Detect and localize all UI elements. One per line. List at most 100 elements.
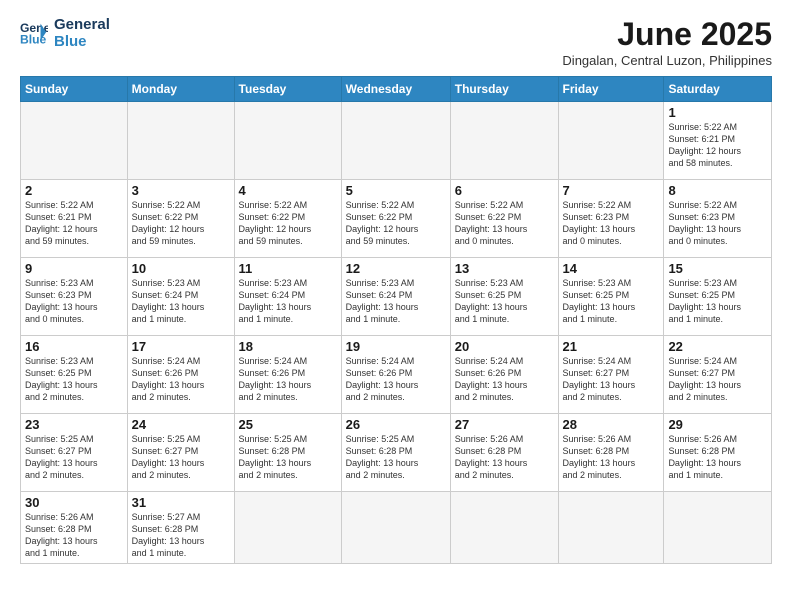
day-number: 7 xyxy=(563,183,660,198)
col-wednesday: Wednesday xyxy=(341,77,450,102)
day-info: Sunrise: 5:23 AMSunset: 6:25 PMDaylight:… xyxy=(668,277,767,326)
table-cell-day19: 19 Sunrise: 5:24 AMSunset: 6:26 PMDaylig… xyxy=(341,336,450,414)
table-cell-day6: 6 Sunrise: 5:22 AMSunset: 6:22 PMDayligh… xyxy=(450,180,558,258)
day-info: Sunrise: 5:24 AMSunset: 6:26 PMDaylight:… xyxy=(455,355,554,404)
day-info: Sunrise: 5:24 AMSunset: 6:27 PMDaylight:… xyxy=(563,355,660,404)
day-number: 13 xyxy=(455,261,554,276)
table-row: 16 Sunrise: 5:23 AMSunset: 6:25 PMDaylig… xyxy=(21,336,772,414)
day-info: Sunrise: 5:24 AMSunset: 6:26 PMDaylight:… xyxy=(346,355,446,404)
table-cell-day7: 7 Sunrise: 5:22 AMSunset: 6:23 PMDayligh… xyxy=(558,180,664,258)
table-cell-day8: 8 Sunrise: 5:22 AMSunset: 6:23 PMDayligh… xyxy=(664,180,772,258)
table-cell-day4: 4 Sunrise: 5:22 AMSunset: 6:22 PMDayligh… xyxy=(234,180,341,258)
day-number: 21 xyxy=(563,339,660,354)
table-cell-day5: 5 Sunrise: 5:22 AMSunset: 6:22 PMDayligh… xyxy=(341,180,450,258)
day-info: Sunrise: 5:22 AMSunset: 6:22 PMDaylight:… xyxy=(455,199,554,248)
day-number: 30 xyxy=(25,495,123,510)
table-cell-day18: 18 Sunrise: 5:24 AMSunset: 6:26 PMDaylig… xyxy=(234,336,341,414)
table-cell-empty xyxy=(450,102,558,180)
table-cell-day9: 9 Sunrise: 5:23 AMSunset: 6:23 PMDayligh… xyxy=(21,258,128,336)
day-info: Sunrise: 5:22 AMSunset: 6:21 PMDaylight:… xyxy=(668,121,767,170)
day-number: 9 xyxy=(25,261,123,276)
table-cell-day29: 29 Sunrise: 5:26 AMSunset: 6:28 PMDaylig… xyxy=(664,414,772,492)
day-number: 26 xyxy=(346,417,446,432)
day-info: Sunrise: 5:22 AMSunset: 6:22 PMDaylight:… xyxy=(132,199,230,248)
table-cell-day11: 11 Sunrise: 5:23 AMSunset: 6:24 PMDaylig… xyxy=(234,258,341,336)
day-number: 31 xyxy=(132,495,230,510)
day-number: 1 xyxy=(668,105,767,120)
table-cell-day21: 21 Sunrise: 5:24 AMSunset: 6:27 PMDaylig… xyxy=(558,336,664,414)
table-cell-day30: 30 Sunrise: 5:26 AMSunset: 6:28 PMDaylig… xyxy=(21,492,128,564)
table-cell-empty xyxy=(450,492,558,564)
table-cell-day12: 12 Sunrise: 5:23 AMSunset: 6:24 PMDaylig… xyxy=(341,258,450,336)
table-cell-empty xyxy=(21,102,128,180)
table-row: 9 Sunrise: 5:23 AMSunset: 6:23 PMDayligh… xyxy=(21,258,772,336)
table-row: 1 Sunrise: 5:22 AMSunset: 6:21 PMDayligh… xyxy=(21,102,772,180)
day-number: 22 xyxy=(668,339,767,354)
month-title: June 2025 xyxy=(562,16,772,53)
table-row: 2 Sunrise: 5:22 AMSunset: 6:21 PMDayligh… xyxy=(21,180,772,258)
table-cell-empty xyxy=(341,492,450,564)
table-cell-day22: 22 Sunrise: 5:24 AMSunset: 6:27 PMDaylig… xyxy=(664,336,772,414)
col-sunday: Sunday xyxy=(21,77,128,102)
calendar-header-row: Sunday Monday Tuesday Wednesday Thursday… xyxy=(21,77,772,102)
day-info: Sunrise: 5:26 AMSunset: 6:28 PMDaylight:… xyxy=(668,433,767,482)
title-block: June 2025 Dingalan, Central Luzon, Phili… xyxy=(562,16,772,68)
table-cell-day3: 3 Sunrise: 5:22 AMSunset: 6:22 PMDayligh… xyxy=(127,180,234,258)
day-info: Sunrise: 5:27 AMSunset: 6:28 PMDaylight:… xyxy=(132,511,230,560)
day-number: 16 xyxy=(25,339,123,354)
day-info: Sunrise: 5:25 AMSunset: 6:28 PMDaylight:… xyxy=(346,433,446,482)
table-cell-day26: 26 Sunrise: 5:25 AMSunset: 6:28 PMDaylig… xyxy=(341,414,450,492)
table-cell-empty xyxy=(558,492,664,564)
day-number: 8 xyxy=(668,183,767,198)
col-saturday: Saturday xyxy=(664,77,772,102)
day-info: Sunrise: 5:24 AMSunset: 6:26 PMDaylight:… xyxy=(132,355,230,404)
table-cell-day31: 31 Sunrise: 5:27 AMSunset: 6:28 PMDaylig… xyxy=(127,492,234,564)
day-number: 28 xyxy=(563,417,660,432)
header: General Blue General Blue June 2025 Ding… xyxy=(20,16,772,68)
day-number: 11 xyxy=(239,261,337,276)
day-number: 10 xyxy=(132,261,230,276)
day-number: 2 xyxy=(25,183,123,198)
table-cell-day23: 23 Sunrise: 5:25 AMSunset: 6:27 PMDaylig… xyxy=(21,414,128,492)
day-number: 18 xyxy=(239,339,337,354)
day-number: 19 xyxy=(346,339,446,354)
day-number: 29 xyxy=(668,417,767,432)
table-cell-empty xyxy=(664,492,772,564)
day-info: Sunrise: 5:26 AMSunset: 6:28 PMDaylight:… xyxy=(25,511,123,560)
day-number: 24 xyxy=(132,417,230,432)
day-info: Sunrise: 5:23 AMSunset: 6:24 PMDaylight:… xyxy=(346,277,446,326)
day-number: 27 xyxy=(455,417,554,432)
table-row: 30 Sunrise: 5:26 AMSunset: 6:28 PMDaylig… xyxy=(21,492,772,564)
logo: General Blue General Blue xyxy=(20,16,110,51)
table-cell-day28: 28 Sunrise: 5:26 AMSunset: 6:28 PMDaylig… xyxy=(558,414,664,492)
col-thursday: Thursday xyxy=(450,77,558,102)
table-cell-day25: 25 Sunrise: 5:25 AMSunset: 6:28 PMDaylig… xyxy=(234,414,341,492)
day-info: Sunrise: 5:22 AMSunset: 6:23 PMDaylight:… xyxy=(563,199,660,248)
day-number: 20 xyxy=(455,339,554,354)
day-info: Sunrise: 5:22 AMSunset: 6:21 PMDaylight:… xyxy=(25,199,123,248)
day-number: 3 xyxy=(132,183,230,198)
table-cell-day15: 15 Sunrise: 5:23 AMSunset: 6:25 PMDaylig… xyxy=(664,258,772,336)
table-cell-day17: 17 Sunrise: 5:24 AMSunset: 6:26 PMDaylig… xyxy=(127,336,234,414)
day-info: Sunrise: 5:25 AMSunset: 6:28 PMDaylight:… xyxy=(239,433,337,482)
day-number: 17 xyxy=(132,339,230,354)
table-cell-empty xyxy=(341,102,450,180)
day-info: Sunrise: 5:23 AMSunset: 6:24 PMDaylight:… xyxy=(239,277,337,326)
day-info: Sunrise: 5:24 AMSunset: 6:26 PMDaylight:… xyxy=(239,355,337,404)
table-cell-day13: 13 Sunrise: 5:23 AMSunset: 6:25 PMDaylig… xyxy=(450,258,558,336)
table-cell-day1: 1 Sunrise: 5:22 AMSunset: 6:21 PMDayligh… xyxy=(664,102,772,180)
day-info: Sunrise: 5:22 AMSunset: 6:23 PMDaylight:… xyxy=(668,199,767,248)
calendar: Sunday Monday Tuesday Wednesday Thursday… xyxy=(20,76,772,564)
day-info: Sunrise: 5:24 AMSunset: 6:27 PMDaylight:… xyxy=(668,355,767,404)
day-number: 4 xyxy=(239,183,337,198)
day-number: 25 xyxy=(239,417,337,432)
day-info: Sunrise: 5:25 AMSunset: 6:27 PMDaylight:… xyxy=(25,433,123,482)
table-cell-day16: 16 Sunrise: 5:23 AMSunset: 6:25 PMDaylig… xyxy=(21,336,128,414)
day-info: Sunrise: 5:23 AMSunset: 6:25 PMDaylight:… xyxy=(25,355,123,404)
table-cell-day27: 27 Sunrise: 5:26 AMSunset: 6:28 PMDaylig… xyxy=(450,414,558,492)
day-info: Sunrise: 5:22 AMSunset: 6:22 PMDaylight:… xyxy=(239,199,337,248)
page: General Blue General Blue June 2025 Ding… xyxy=(0,0,792,612)
day-info: Sunrise: 5:23 AMSunset: 6:25 PMDaylight:… xyxy=(455,277,554,326)
table-cell-empty xyxy=(234,492,341,564)
day-info: Sunrise: 5:23 AMSunset: 6:24 PMDaylight:… xyxy=(132,277,230,326)
